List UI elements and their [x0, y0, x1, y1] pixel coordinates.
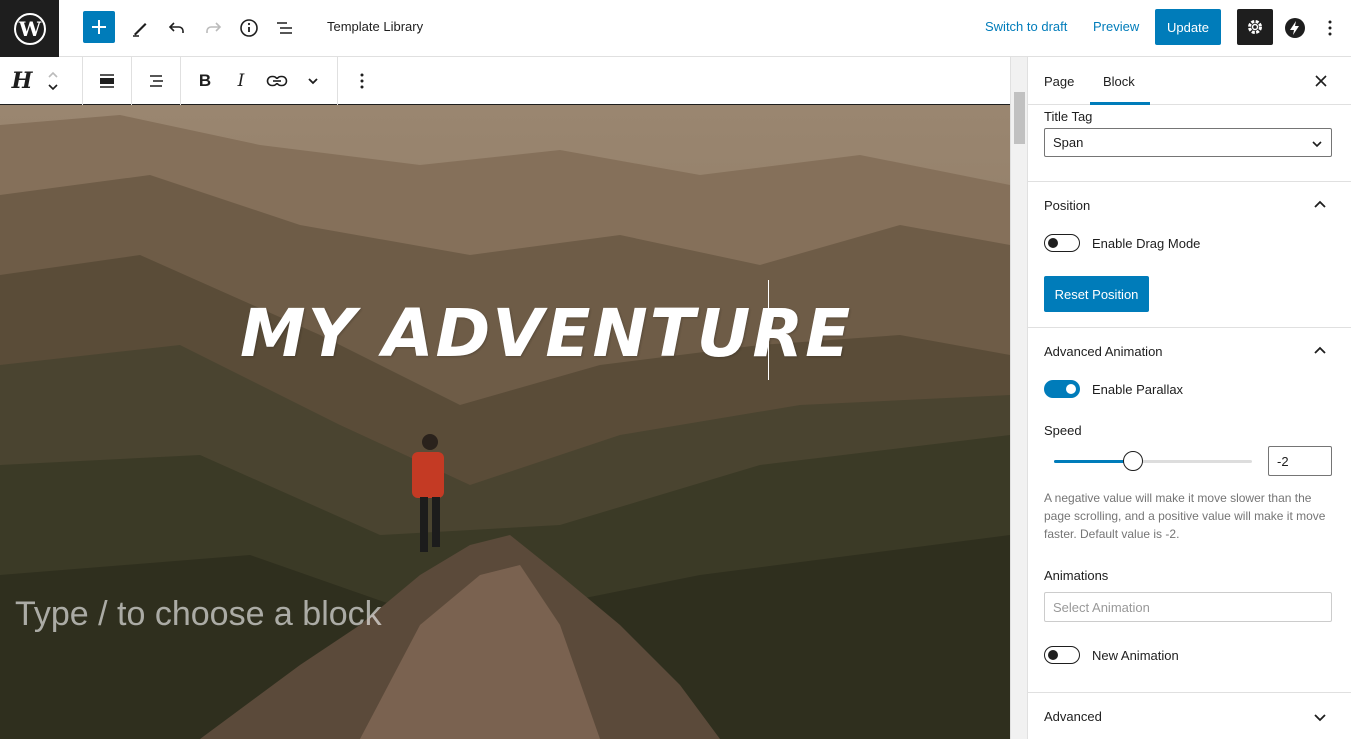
heading-block-icon[interactable]: H	[4, 63, 40, 99]
speed-help-text: A negative value will make it move slowe…	[1044, 491, 1326, 541]
active-tab-indicator	[1090, 102, 1150, 105]
position-panel-title[interactable]: Position	[1044, 198, 1090, 213]
tools-button[interactable]	[124, 12, 156, 44]
select-animation-input[interactable]: Select Animation	[1044, 592, 1332, 622]
new-animation-toggle[interactable]	[1044, 646, 1080, 664]
text-cursor	[768, 280, 769, 380]
new-animation-label: New Animation	[1092, 648, 1179, 663]
parallax-label: Enable Parallax	[1092, 382, 1184, 397]
scrollbar-thumb[interactable]	[1014, 92, 1025, 144]
add-block-button[interactable]	[83, 11, 115, 43]
more-options-button[interactable]	[1314, 12, 1346, 44]
move-down-icon[interactable]	[46, 81, 60, 93]
details-button[interactable]	[233, 12, 265, 44]
heading-block[interactable]: MY ADVENTURE	[240, 295, 852, 372]
align-wide-icon[interactable]	[89, 63, 125, 99]
list-view-button[interactable]	[269, 12, 301, 44]
speed-slider-track[interactable]	[1054, 460, 1252, 463]
more-vertical-icon[interactable]	[344, 63, 380, 99]
block-toolbar: H B I	[0, 57, 1013, 105]
divider	[1028, 181, 1351, 182]
divider	[1028, 327, 1351, 328]
align-group	[83, 57, 132, 105]
more-group	[338, 57, 386, 105]
title-tag-value: Span	[1053, 135, 1084, 150]
editor-canvas[interactable]: MY ADVENTURE Type / to choose a block	[0, 105, 1010, 739]
update-button[interactable]: Update	[1155, 9, 1221, 45]
jetpack-button[interactable]	[1279, 12, 1311, 44]
undo-button[interactable]	[161, 12, 193, 44]
settings-button[interactable]	[1237, 9, 1273, 45]
link-icon[interactable]	[259, 63, 295, 99]
preview-button[interactable]: Preview	[1093, 19, 1139, 34]
chevron-down-icon[interactable]	[1312, 709, 1328, 725]
document-title[interactable]: Template Library	[327, 19, 423, 34]
chevron-down-icon	[1312, 141, 1322, 148]
parallax-toggle[interactable]	[1044, 380, 1080, 398]
sidebar-tabs: Page Block	[1028, 57, 1351, 105]
speed-slider-thumb[interactable]	[1123, 451, 1143, 471]
advanced-animation-panel-title[interactable]: Advanced Animation	[1044, 344, 1163, 359]
divider	[1028, 692, 1351, 693]
jetpack-icon	[1285, 18, 1305, 38]
close-icon[interactable]	[1311, 71, 1331, 91]
italic-icon[interactable]: I	[223, 63, 259, 99]
advanced-panel-title[interactable]: Advanced	[1044, 709, 1102, 724]
drag-mode-toggle[interactable]	[1044, 234, 1080, 252]
text-align-group	[132, 57, 181, 105]
block-type-group: H	[0, 57, 83, 105]
more-vertical-icon	[1328, 20, 1332, 36]
tab-block[interactable]: Block	[1103, 74, 1135, 89]
redo-button[interactable]	[197, 12, 229, 44]
tab-page[interactable]: Page	[1044, 74, 1074, 89]
canvas-scrollbar[interactable]	[1010, 57, 1027, 739]
block-placeholder[interactable]: Type / to choose a block	[15, 595, 382, 634]
list-view-icon	[277, 22, 292, 34]
speed-slider-fill	[1054, 460, 1134, 463]
switch-to-draft-button[interactable]: Switch to draft	[985, 19, 1067, 34]
speed-input[interactable]: -2	[1268, 446, 1332, 476]
format-group: B I	[181, 57, 338, 105]
text-align-icon[interactable]	[138, 63, 174, 99]
info-icon	[240, 19, 258, 37]
chevron-up-icon[interactable]	[1312, 343, 1328, 359]
bold-icon[interactable]: B	[187, 63, 223, 99]
background-landscape-image	[0, 105, 1010, 739]
chevron-up-icon[interactable]	[1312, 197, 1328, 213]
drag-mode-label: Enable Drag Mode	[1092, 236, 1201, 251]
reset-position-button[interactable]: Reset Position	[1044, 276, 1149, 312]
undo-icon	[168, 22, 184, 33]
animations-label: Animations	[1044, 568, 1109, 583]
title-tag-label: Title Tag	[1044, 109, 1093, 124]
speed-label: Speed	[1044, 423, 1082, 438]
plus-icon	[92, 20, 106, 34]
wordpress-logo-icon[interactable]: W	[0, 0, 59, 57]
move-up-icon[interactable]	[46, 69, 60, 81]
settings-sidebar: Page Block Title Tag Span Position Enabl…	[1027, 57, 1351, 739]
svg-text:W: W	[17, 17, 41, 41]
title-tag-select[interactable]: Span	[1044, 128, 1332, 157]
gear-icon	[1248, 20, 1262, 34]
pencil-icon	[133, 23, 147, 37]
chevron-down-icon[interactable]	[295, 63, 331, 99]
redo-icon	[206, 22, 222, 33]
top-toolbar: W Template Library Switch to draft Previ…	[0, 0, 1351, 57]
